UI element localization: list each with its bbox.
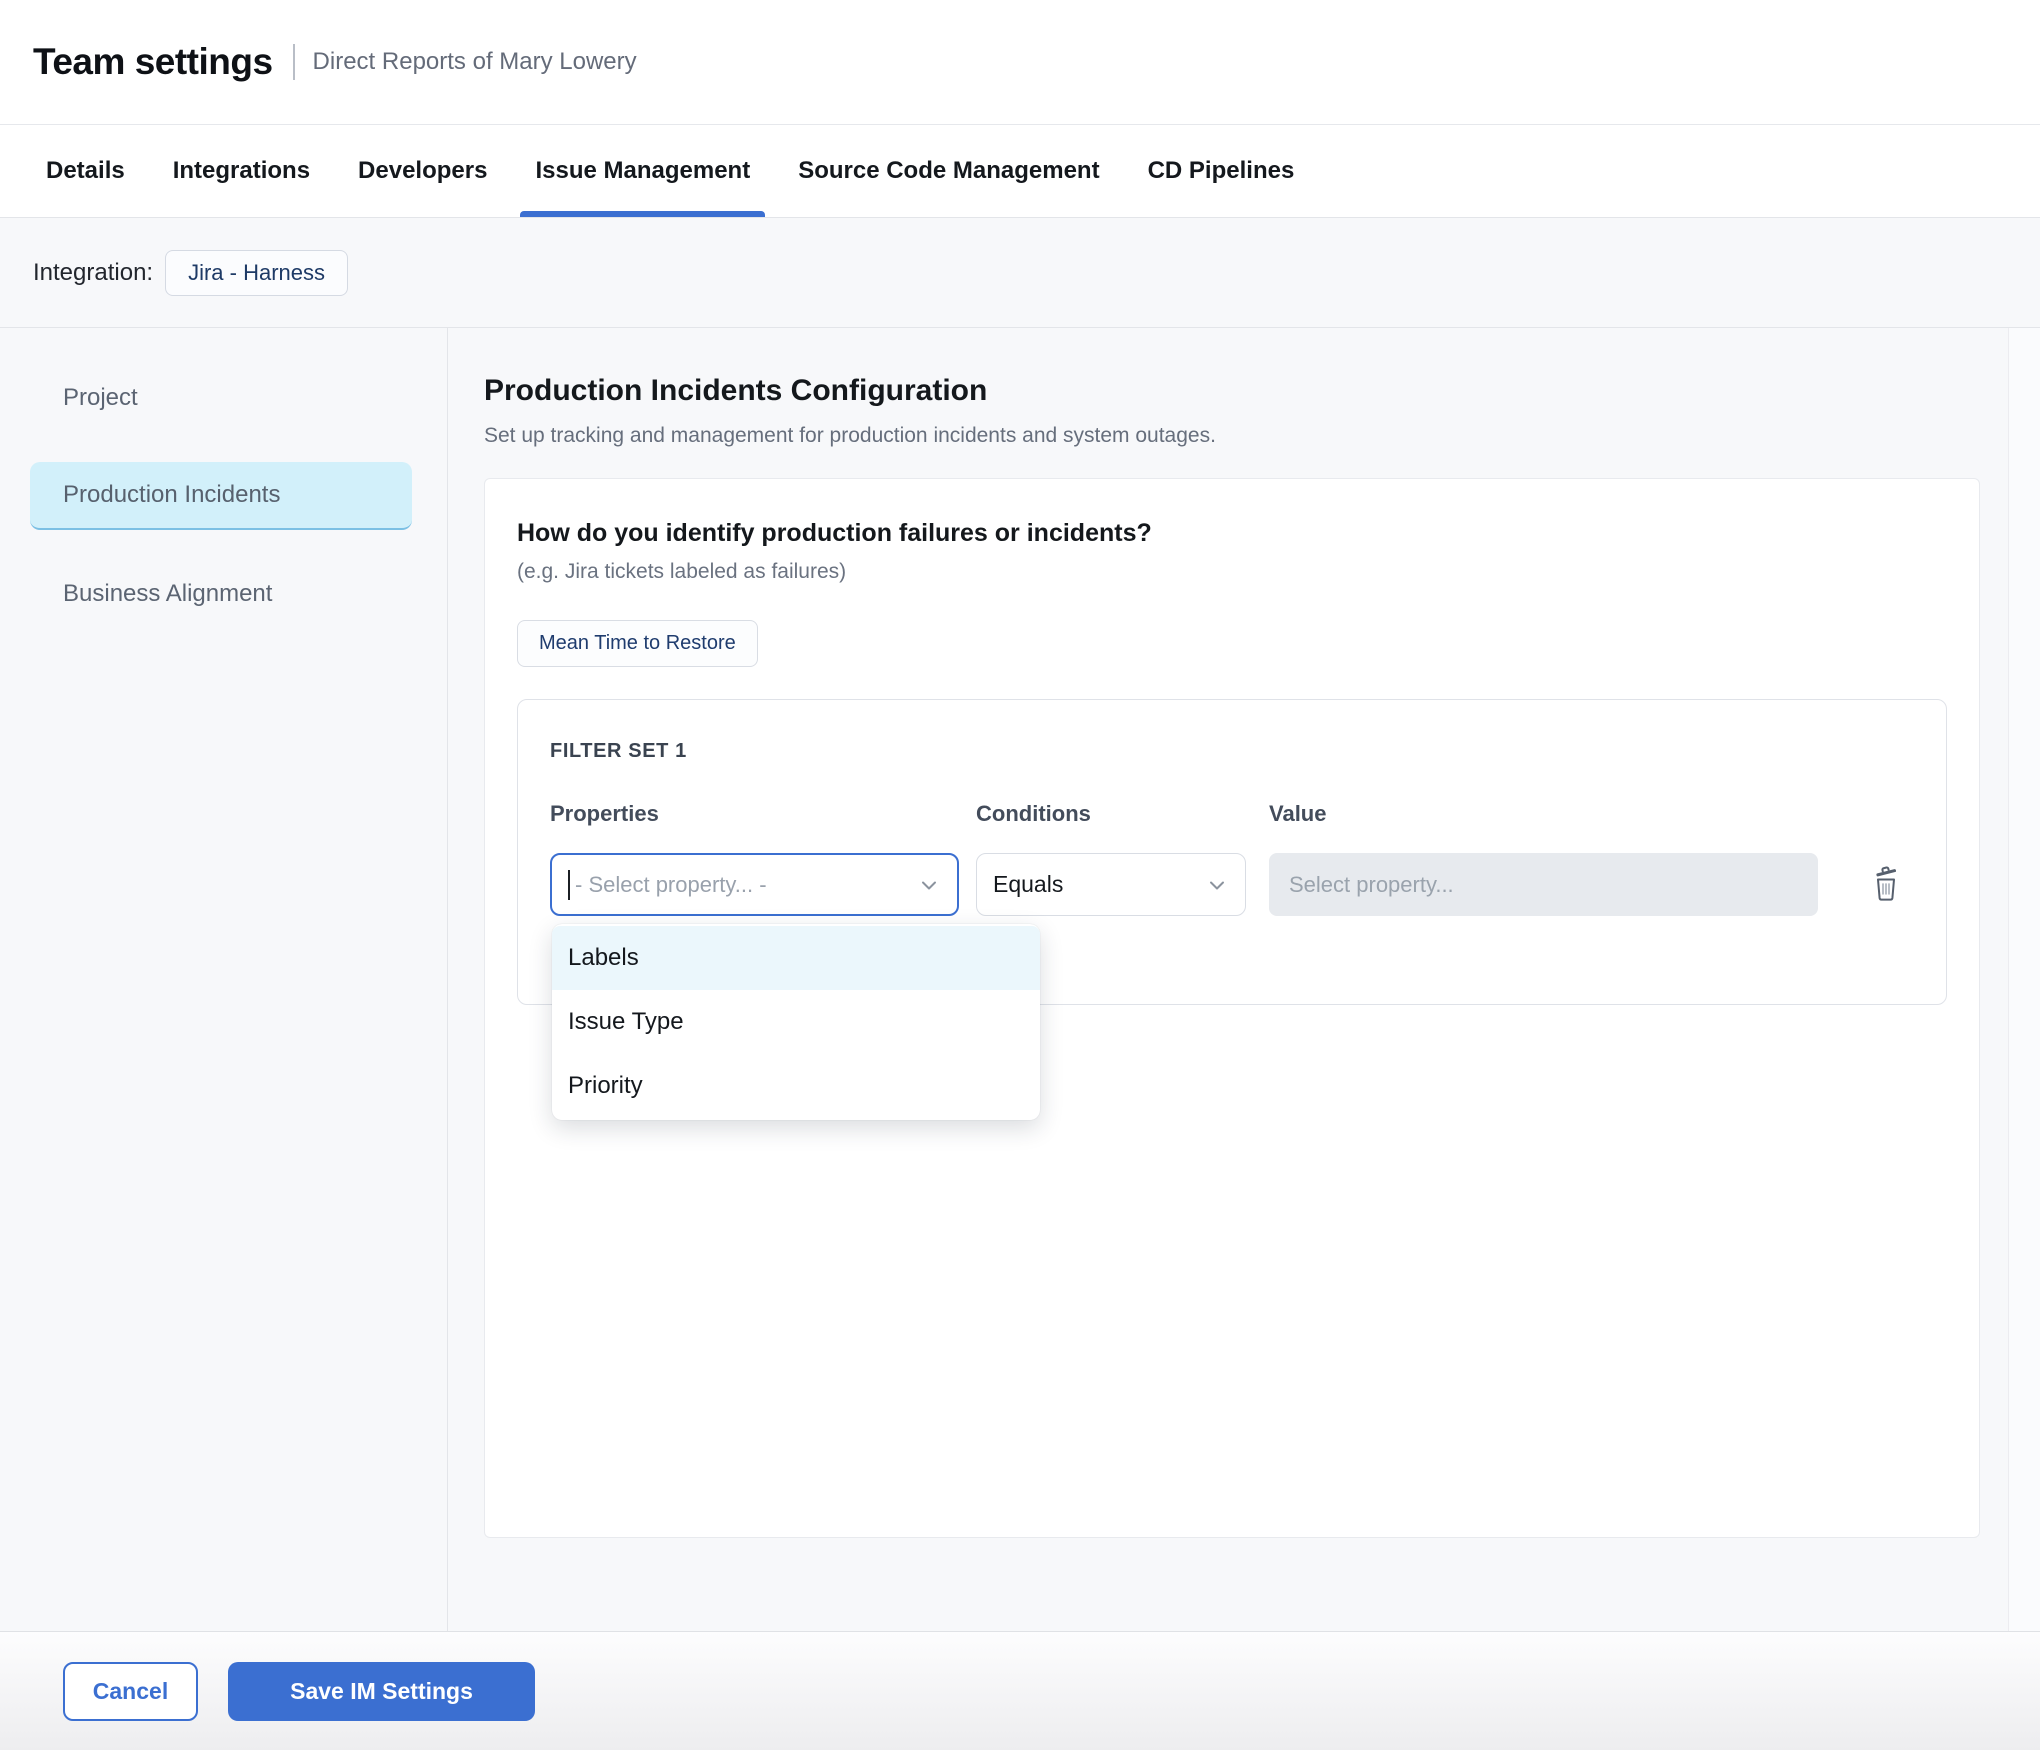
page-title: Team settings: [33, 41, 273, 83]
tab-cd-pipelines[interactable]: CD Pipelines: [1133, 125, 1310, 217]
condition-select[interactable]: Equals: [976, 853, 1246, 916]
property-dropdown-menu: Labels Issue Type Priority: [552, 924, 1040, 1120]
filter-set-box: FILTER SET 1 Properties - Select propert…: [517, 699, 1947, 1005]
filter-set-title: FILTER SET 1: [550, 740, 1914, 763]
condition-select-value: Equals: [993, 871, 1063, 898]
conditions-column: Conditions Equals: [976, 801, 1246, 916]
property-select-placeholder: - Select property... -: [575, 872, 767, 898]
dropdown-option-issue-type[interactable]: Issue Type: [552, 990, 1040, 1054]
mean-time-to-restore-tab[interactable]: Mean Time to Restore: [517, 620, 758, 667]
property-select[interactable]: - Select property... -: [550, 853, 959, 916]
conditions-label: Conditions: [976, 801, 1246, 827]
tab-issue-management[interactable]: Issue Management: [520, 125, 765, 217]
save-im-settings-button[interactable]: Save IM Settings: [228, 1662, 535, 1721]
integration-badge[interactable]: Jira - Harness: [165, 250, 348, 296]
tab-bar: Details Integrations Developers Issue Ma…: [0, 125, 2040, 218]
properties-label: Properties: [550, 801, 959, 827]
tab-developers[interactable]: Developers: [343, 125, 502, 217]
chevron-down-icon: [1205, 873, 1229, 897]
scrollbar-gutter[interactable]: [2008, 328, 2040, 1631]
footer-action-bar: Cancel Save IM Settings: [0, 1631, 2040, 1750]
main-content: Production Incidents Configuration Set u…: [448, 328, 2008, 1631]
settings-sidebar: Project Production Incidents Business Al…: [0, 328, 448, 1631]
text-cursor: [568, 870, 570, 900]
chevron-down-icon: [917, 873, 941, 897]
value-label: Value: [1269, 801, 1818, 827]
sidebar-item-project[interactable]: Project: [30, 364, 412, 432]
integration-label: Integration:: [33, 259, 153, 287]
sidebar-item-business-alignment[interactable]: Business Alignment: [30, 560, 412, 628]
integration-row: Integration: Jira - Harness: [0, 218, 2040, 328]
incidents-config-card: How do you identify production failures …: [484, 478, 1980, 1538]
identify-incidents-hint: (e.g. Jira tickets labeled as failures): [517, 560, 1947, 584]
delete-filter-button[interactable]: [1866, 861, 1906, 905]
tab-details[interactable]: Details: [31, 125, 140, 217]
top-bar: Team settings Direct Reports of Mary Low…: [0, 0, 2040, 125]
cancel-button[interactable]: Cancel: [63, 1662, 198, 1721]
page-subtitle: Direct Reports of Mary Lowery: [313, 48, 637, 76]
tab-source-code-management[interactable]: Source Code Management: [783, 125, 1114, 217]
title-separator: [293, 44, 295, 80]
value-column: Value: [1269, 801, 1818, 916]
dropdown-option-priority[interactable]: Priority: [552, 1054, 1040, 1118]
properties-column: Properties - Select property... -: [550, 801, 959, 916]
tab-integrations[interactable]: Integrations: [158, 125, 325, 217]
sidebar-item-production-incidents[interactable]: Production Incidents: [30, 462, 412, 530]
filter-row: Properties - Select property... -: [550, 801, 1914, 916]
section-title: Production Incidents Configuration: [484, 374, 1980, 408]
section-subtitle: Set up tracking and management for produ…: [484, 424, 1980, 448]
trash-icon: [1869, 864, 1903, 902]
settings-body: Project Production Incidents Business Al…: [0, 328, 2040, 1631]
dropdown-option-labels[interactable]: Labels: [552, 926, 1040, 990]
value-input[interactable]: [1269, 853, 1818, 916]
identify-incidents-question: How do you identify production failures …: [517, 519, 1947, 548]
